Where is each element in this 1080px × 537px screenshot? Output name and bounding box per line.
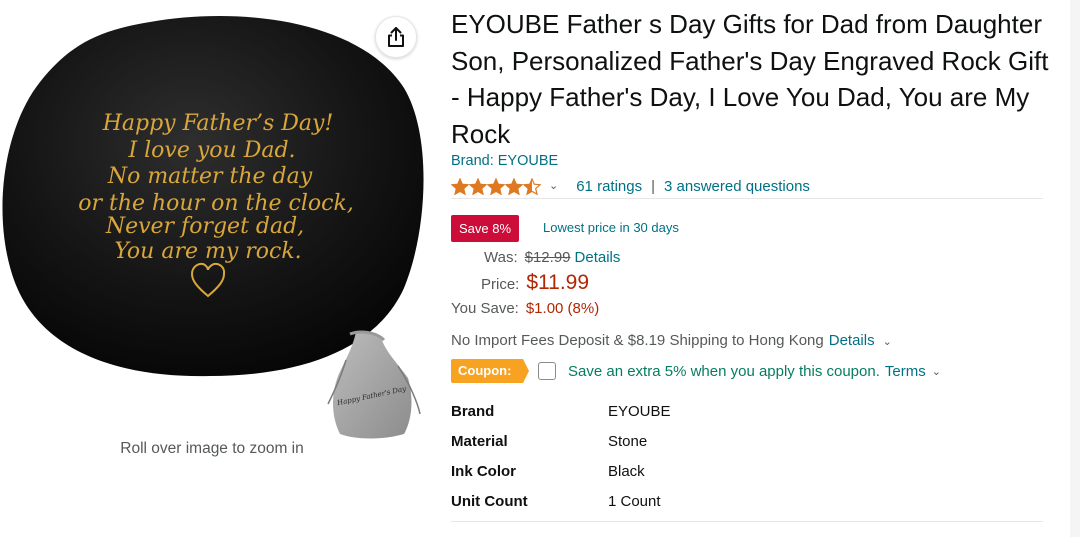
was-details-link[interactable]: Details — [575, 249, 621, 266]
spec-row: Unit Count 1 Count — [451, 486, 1043, 516]
spec-value: Black — [608, 462, 645, 480]
divider — [451, 521, 1043, 522]
price-value: $11.99 — [526, 271, 590, 294]
spec-key: Ink Color — [451, 462, 517, 480]
you-save-label: You Save: — [451, 300, 519, 317]
shipping-text: No Import Fees Deposit & $8.19 Shipping … — [451, 332, 824, 349]
product-image[interactable]: Happy Father’s Day! I love you Dad. No m… — [0, 0, 440, 440]
engraving-line: Never forget dad, — [105, 214, 304, 239]
engraving-line: You are my rock. — [114, 239, 301, 264]
engraving-line: I love you Dad. — [127, 138, 295, 163]
was-label: Was: — [484, 249, 518, 266]
rating-row: ⌄ 61 ratings | 3 answered questions — [451, 174, 810, 198]
share-icon — [388, 27, 404, 47]
deal-text: Lowest price in 30 days — [543, 220, 679, 235]
price-row: Price: $11.99 — [481, 271, 589, 295]
spec-value: 1 Count — [608, 492, 661, 510]
chevron-down-icon[interactable]: ⌄ — [932, 365, 941, 378]
was-price: $12.99 — [524, 249, 571, 266]
shipping-row: No Import Fees Deposit & $8.19 Shipping … — [451, 332, 892, 349]
brand-link[interactable]: Brand: EYOUBE — [451, 153, 558, 169]
chevron-down-icon[interactable]: ⌄ — [549, 179, 558, 192]
spec-row: Material Stone — [451, 426, 1043, 456]
product-specs-table: Brand EYOUBE Material Stone Ink Color Bl… — [451, 396, 1043, 516]
star-rating[interactable] — [451, 177, 541, 195]
star-icon — [523, 177, 541, 195]
price-label: Price: — [481, 276, 520, 293]
coupon-terms-link[interactable]: Terms — [885, 363, 926, 380]
star-icon — [469, 177, 487, 195]
you-save-value: $1.00 (8%) — [525, 300, 600, 317]
ratings-link[interactable]: 61 ratings — [576, 178, 642, 195]
engraving-line: No matter the day — [107, 164, 313, 189]
spec-key: Brand — [451, 402, 495, 420]
coupon-text[interactable]: Save an extra 5% when you apply this cou… — [568, 363, 880, 380]
divider — [451, 198, 1043, 199]
engraving-line: Happy Father’s Day! — [102, 111, 334, 136]
answered-questions-link[interactable]: 3 answered questions — [664, 178, 810, 195]
engraving-line: or the hour on the clock, — [78, 191, 354, 216]
spec-row: Ink Color Black — [451, 456, 1043, 486]
zoom-hint: Roll over image to zoom in — [120, 440, 304, 457]
star-icon — [505, 177, 523, 195]
image-block: Happy Father’s Day! I love you Dad. No m… — [0, 0, 440, 537]
you-save-row: You Save: $1.00 (8%) — [451, 300, 599, 317]
spec-row: Brand EYOUBE — [451, 396, 1043, 426]
scrollbar-track[interactable] — [1070, 0, 1080, 537]
shipping-details-link[interactable]: Details — [829, 332, 875, 349]
spec-key: Unit Count — [451, 492, 528, 510]
save-badge: Save 8% — [451, 215, 520, 242]
spec-value: EYOUBE — [608, 402, 671, 420]
spec-key: Material — [451, 432, 508, 450]
star-icon — [451, 177, 469, 195]
coupon-badge: Coupon: — [451, 359, 529, 383]
share-button[interactable] — [375, 16, 417, 58]
chevron-down-icon[interactable]: ⌄ — [883, 335, 892, 348]
star-icon — [487, 177, 505, 195]
spec-value: Stone — [608, 432, 648, 450]
coupon-checkbox[interactable] — [538, 362, 556, 380]
coupon-row: Coupon: Save an extra 5% when you apply … — [451, 358, 941, 384]
rating-separator: | — [651, 177, 655, 195]
was-price-row: Was: $12.99 Details — [484, 249, 620, 266]
product-title: EYOUBE Father s Day Gifts for Dad from D… — [451, 9, 1049, 149]
